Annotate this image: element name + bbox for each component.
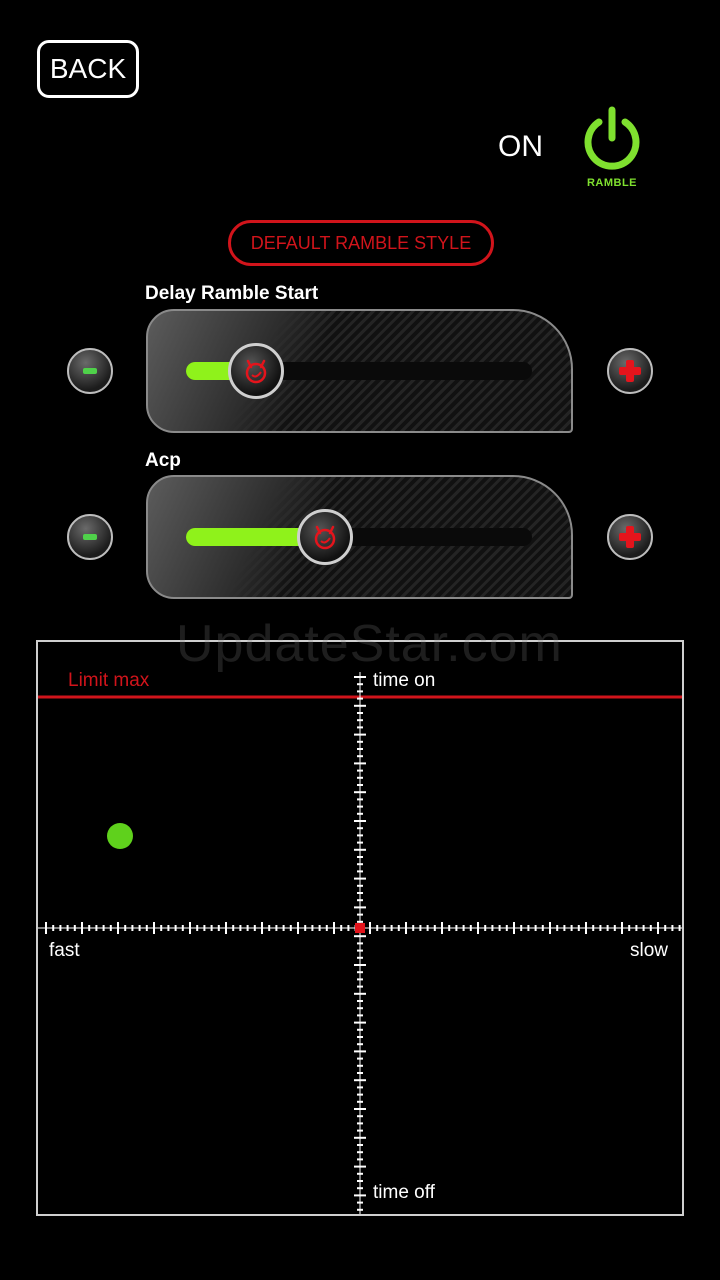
ramble-power-button[interactable]: RAMBLE [580,104,644,190]
graph-axes [38,672,682,1214]
devil-icon [314,525,336,550]
delay-decrease-button[interactable] [67,348,113,394]
devil-icon [245,359,267,384]
fast-label: fast [49,940,80,961]
limit-max-label: Limit max [68,670,150,691]
plus-icon [619,360,641,382]
position-dot [107,823,133,849]
delay-ramble-start-label: Delay Ramble Start [145,283,319,304]
back-button[interactable]: BACK [37,40,139,98]
acp-increase-button[interactable] [607,514,653,560]
slow-label: slow [630,940,669,961]
power-icon [584,106,640,170]
acp-slider-thumb[interactable] [297,509,353,565]
delay-slider-thumb[interactable] [228,343,284,399]
minus-icon [83,534,97,540]
origin-marker [355,923,365,933]
acp-label: Acp [145,450,181,471]
minus-icon [83,368,97,374]
watermark: UpdateStar.com [176,615,563,673]
default-ramble-style-button[interactable]: DEFAULT RAMBLE STYLE [228,220,494,266]
acp-decrease-button[interactable] [67,514,113,560]
plus-icon [619,526,641,548]
power-status-text: ON [498,130,543,163]
delay-increase-button[interactable] [607,348,653,394]
power-label: RAMBLE [586,177,638,189]
time-off-label: time off [373,1182,435,1203]
ramble-graph[interactable]: Limit max time on time off fast slow [36,640,684,1216]
